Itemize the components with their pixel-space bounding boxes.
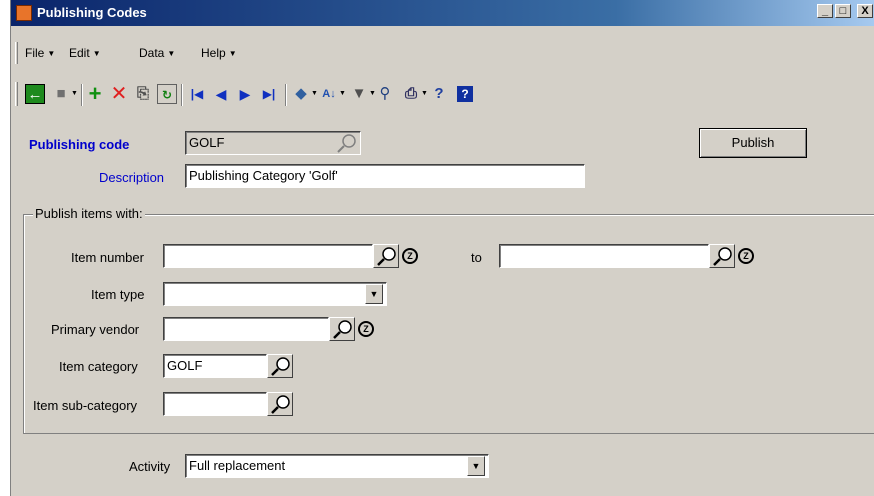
magnifier-icon bbox=[271, 357, 290, 376]
item-type-dropdown-button[interactable]: ▼ bbox=[365, 284, 383, 304]
menu-data-label: Data bbox=[139, 46, 165, 60]
save-icon[interactable]: ■ bbox=[51, 84, 71, 104]
magnifier-icon bbox=[333, 320, 352, 339]
chevron-down-icon: ▼ bbox=[369, 289, 379, 299]
item-category-label: Item category bbox=[59, 359, 138, 374]
window-title: Publishing Codes bbox=[37, 5, 147, 20]
magnifier-icon bbox=[271, 395, 290, 414]
item-category-field[interactable]: GOLF bbox=[163, 354, 267, 378]
publish-items-group-title: Publish items with: bbox=[33, 206, 145, 221]
primary-vendor-field[interactable] bbox=[163, 317, 329, 341]
primary-vendor-lookup-button[interactable] bbox=[329, 317, 355, 341]
filter-icon[interactable]: ▼ bbox=[349, 84, 369, 104]
item-number-lookup-button[interactable] bbox=[373, 244, 399, 268]
zoom-z-icon: Z bbox=[358, 321, 374, 337]
lookup-button[interactable] bbox=[333, 131, 359, 155]
item-subcategory-label: Item sub-category bbox=[33, 398, 138, 413]
menu-edit[interactable]: Edit ▼ bbox=[69, 46, 101, 60]
publish-button[interactable]: Publish bbox=[699, 128, 807, 158]
menu-bar: File ▼ Edit ▼ Data ▼ Help ▼ bbox=[11, 42, 874, 64]
sort-icon[interactable]: A↓ bbox=[319, 84, 339, 104]
item-subcategory-field[interactable] bbox=[163, 392, 267, 416]
chevron-down-icon: ▼ bbox=[47, 49, 56, 58]
toolbar-separator bbox=[81, 84, 83, 106]
toolbar-separator bbox=[285, 84, 287, 106]
find-icon[interactable]: ⚲ bbox=[375, 84, 395, 104]
item-number-zoom-button[interactable]: Z bbox=[399, 244, 421, 268]
menu-grip bbox=[15, 42, 18, 64]
item-number-label: Item number bbox=[71, 250, 144, 265]
magnifier-icon bbox=[713, 247, 732, 266]
item-number-to-label: to bbox=[471, 250, 482, 265]
menu-help[interactable]: Help ▼ bbox=[201, 46, 237, 60]
toolbar-separator bbox=[181, 84, 183, 106]
book-dropdown-icon[interactable]: ▼ bbox=[311, 90, 318, 97]
copy-icon[interactable]: ⎘ bbox=[133, 84, 153, 104]
description-field[interactable]: Publishing Category 'Golf' bbox=[185, 164, 585, 188]
description-label: Description bbox=[99, 170, 165, 185]
item-number-field[interactable] bbox=[163, 244, 373, 268]
book-icon[interactable]: ◆ bbox=[291, 84, 311, 104]
menu-file[interactable]: File ▼ bbox=[25, 46, 55, 60]
zoom-z-icon: Z bbox=[738, 248, 754, 264]
close-button[interactable]: X bbox=[857, 4, 873, 18]
magnifier-icon bbox=[337, 134, 356, 153]
menu-data[interactable]: Data ▼ bbox=[139, 46, 175, 60]
sort-dropdown-icon[interactable]: ▼ bbox=[339, 90, 346, 97]
menu-edit-label: Edit bbox=[69, 46, 90, 60]
toolbar-grip bbox=[15, 82, 18, 106]
item-category-lookup-button[interactable] bbox=[267, 354, 293, 378]
publishing-code-label: Publishing code bbox=[29, 137, 130, 152]
magnifier-icon bbox=[377, 247, 396, 266]
menu-help-label: Help bbox=[201, 46, 226, 60]
item-number-to-lookup-button[interactable] bbox=[709, 244, 735, 268]
back-icon[interactable]: ← bbox=[25, 84, 45, 104]
minimize-button[interactable]: _ bbox=[817, 4, 833, 18]
save-dropdown-icon[interactable]: ▼ bbox=[71, 90, 78, 97]
chevron-down-icon: ▼ bbox=[167, 49, 176, 58]
next-record-icon[interactable]: ▶ bbox=[235, 84, 255, 104]
help-icon[interactable]: ? bbox=[457, 86, 473, 102]
toolbar: ← ■ ▼ + ✕ ⎘ ↻ |◀ ◀ ▶ ▶| ◆ ▼ A↓ ▼ ▼ ▼ ⚲ ⎙… bbox=[11, 80, 874, 108]
print-dropdown-icon[interactable]: ▼ bbox=[421, 90, 428, 97]
item-subcategory-lookup-button[interactable] bbox=[267, 392, 293, 416]
item-number-to-zoom-button[interactable]: Z bbox=[735, 244, 757, 268]
first-record-icon[interactable]: |◀ bbox=[187, 84, 207, 104]
title-bar[interactable]: Publishing Codes _ □ X bbox=[11, 0, 874, 26]
item-type-label: Item type bbox=[91, 287, 145, 302]
chevron-down-icon: ▼ bbox=[92, 49, 101, 58]
activity-label: Activity bbox=[129, 459, 171, 474]
menu-file-label: File bbox=[25, 46, 45, 60]
maximize-button[interactable]: □ bbox=[835, 4, 851, 18]
publishing-codes-window: Publishing Codes _ □ X File ▼ Edit ▼ Data ▼… bbox=[10, 0, 874, 496]
activity-select[interactable]: Full replacement bbox=[185, 454, 489, 478]
delete-icon[interactable]: ✕ bbox=[109, 84, 129, 104]
print-icon[interactable]: ⎙ bbox=[401, 84, 421, 104]
activity-dropdown-button[interactable]: ▼ bbox=[467, 456, 485, 476]
item-number-to-field[interactable] bbox=[499, 244, 709, 268]
primary-vendor-zoom-button[interactable]: Z bbox=[355, 317, 377, 341]
help-pointer-icon[interactable]: ? bbox=[429, 84, 449, 104]
chevron-down-icon: ▼ bbox=[228, 49, 237, 58]
primary-vendor-label: Primary vendor bbox=[51, 322, 140, 337]
refresh-icon[interactable]: ↻ bbox=[157, 84, 177, 104]
app-icon bbox=[16, 5, 32, 21]
chevron-down-icon: ▼ bbox=[471, 461, 481, 471]
item-type-select[interactable] bbox=[163, 282, 387, 306]
add-icon[interactable]: + bbox=[85, 83, 105, 105]
previous-record-icon[interactable]: ◀ bbox=[211, 84, 231, 104]
zoom-z-icon: Z bbox=[402, 248, 418, 264]
last-record-icon[interactable]: ▶| bbox=[259, 84, 279, 104]
